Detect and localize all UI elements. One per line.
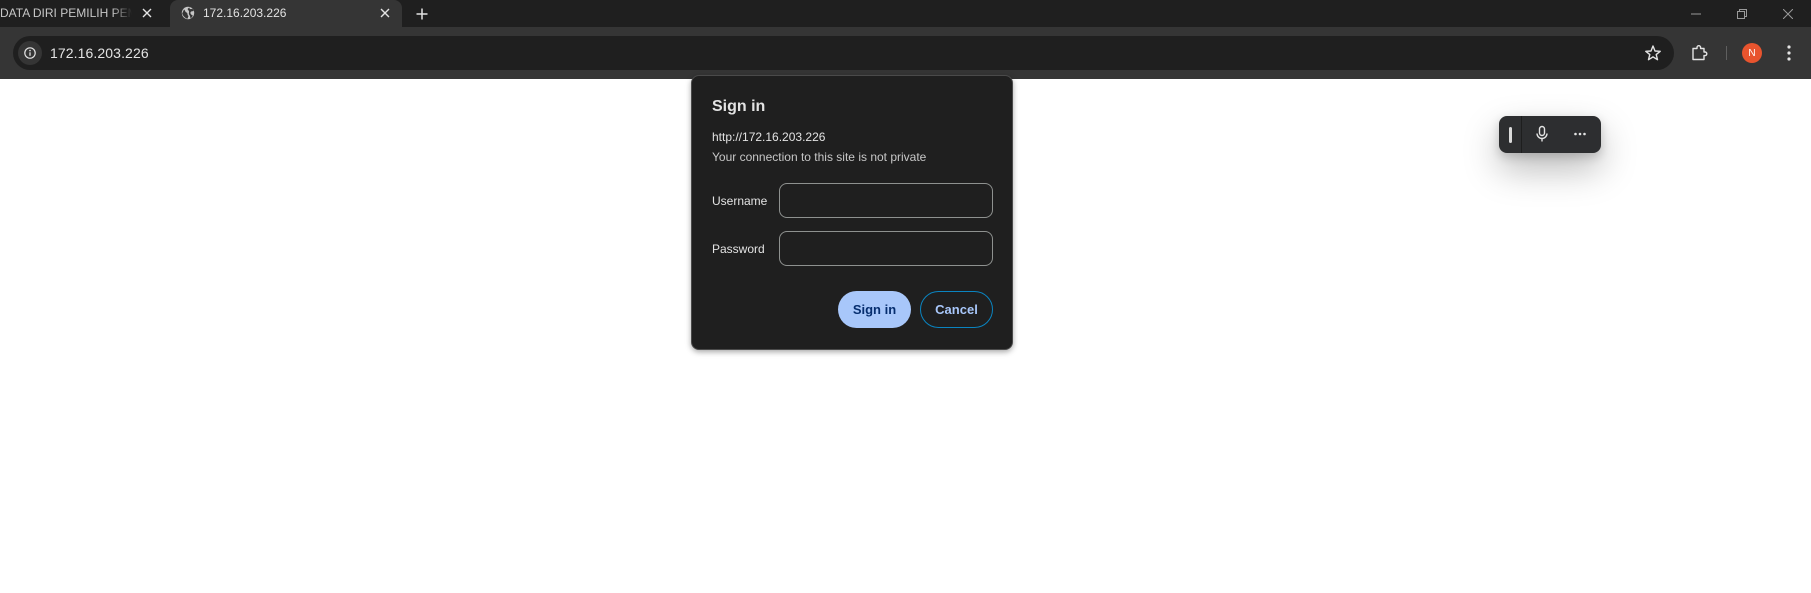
microphone-button[interactable] xyxy=(1532,124,1552,144)
browser-menu-button[interactable] xyxy=(1779,43,1799,63)
restore-button[interactable] xyxy=(1719,0,1765,27)
sign-in-button[interactable]: Sign in xyxy=(838,291,911,328)
dialog-title: Sign in xyxy=(712,98,766,115)
password-input[interactable] xyxy=(779,231,993,266)
kebab-menu-icon xyxy=(1787,45,1791,61)
password-label: Password xyxy=(712,242,765,256)
microphone-icon xyxy=(1536,125,1548,142)
globe-icon xyxy=(181,6,195,20)
connection-warning: Your connection to this site is not priv… xyxy=(712,150,927,164)
tab-title: 172.16.203.226 xyxy=(203,6,287,20)
site-info-button[interactable] xyxy=(18,41,42,65)
more-icon xyxy=(1574,132,1586,136)
extensions-button[interactable] xyxy=(1689,43,1709,63)
voice-toolbar-separator xyxy=(1521,116,1522,153)
bookmark-star-button[interactable] xyxy=(1643,43,1663,63)
toolbar-divider xyxy=(1726,46,1727,60)
cancel-button[interactable]: Cancel xyxy=(920,291,993,328)
voice-typing-toolbar xyxy=(1499,116,1601,153)
username-input[interactable] xyxy=(779,183,993,218)
browser-toolbar: 172.16.203.226 N xyxy=(0,27,1811,79)
tab-title: DATA DIRI PEMILIH PEMILU xyxy=(0,6,132,20)
profile-avatar[interactable]: N xyxy=(1742,43,1762,63)
voice-more-button[interactable] xyxy=(1570,124,1590,144)
plus-icon xyxy=(416,8,428,20)
tab-data-diri-pemilih[interactable]: DATA DIRI PEMILIH PEMILU xyxy=(0,0,162,27)
close-icon xyxy=(1783,8,1793,19)
sign-in-dialog: Sign in http://172.16.203.226 Your conne… xyxy=(691,75,1013,350)
puzzle-icon xyxy=(1692,45,1708,61)
new-tab-button[interactable] xyxy=(411,3,433,25)
tab-close-icon[interactable] xyxy=(377,5,393,21)
tab-active-ip[interactable]: 172.16.203.226 xyxy=(170,0,402,28)
dialog-origin: http://172.16.203.226 xyxy=(712,130,826,144)
close-window-button[interactable] xyxy=(1765,0,1811,27)
star-icon xyxy=(1645,45,1661,61)
profile-initial: N xyxy=(1748,47,1756,59)
minimize-icon xyxy=(1691,13,1701,14)
tab-strip: DATA DIRI PEMILIH PEMILU 172.16.203.226 xyxy=(0,0,1811,28)
restore-icon xyxy=(1737,8,1747,19)
username-label: Username xyxy=(712,194,768,208)
drag-handle-icon[interactable] xyxy=(1509,127,1512,143)
address-bar[interactable]: 172.16.203.226 xyxy=(13,36,1674,70)
minimize-button[interactable] xyxy=(1673,0,1719,27)
info-icon xyxy=(24,47,36,59)
tab-close-icon[interactable] xyxy=(139,5,155,21)
url-text[interactable]: 172.16.203.226 xyxy=(50,45,149,61)
